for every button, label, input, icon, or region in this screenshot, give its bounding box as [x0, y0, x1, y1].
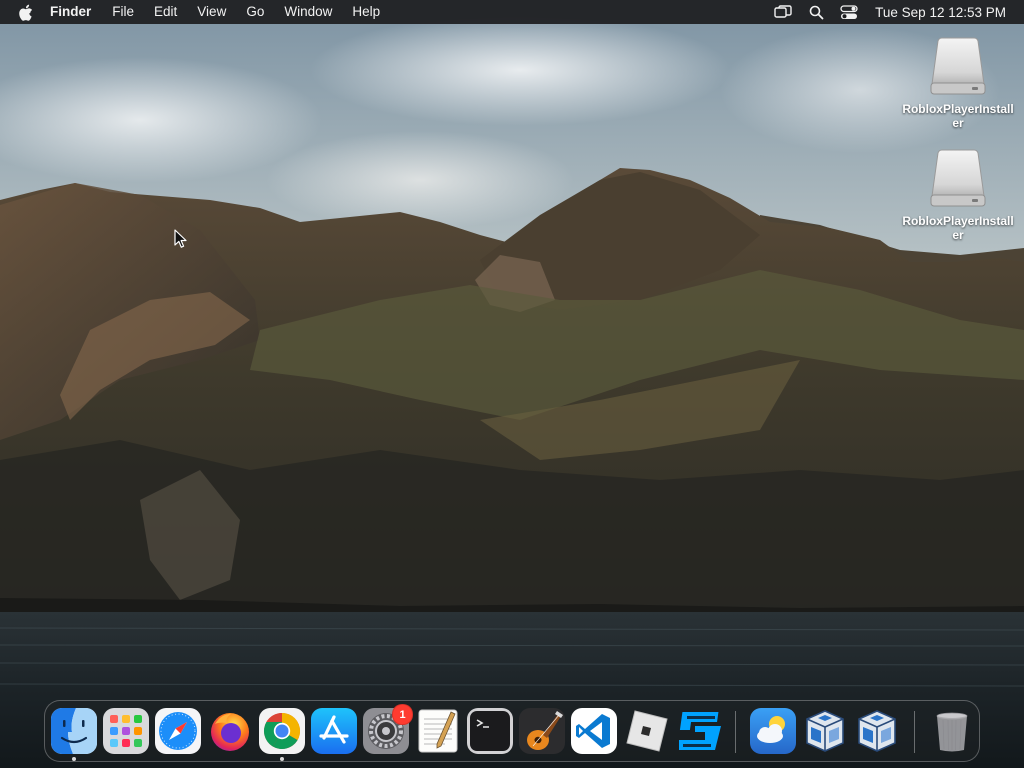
garageband-icon: [519, 708, 565, 754]
roblox-studio-icon: [675, 708, 721, 754]
dock-roblox-studio[interactable]: [675, 708, 721, 754]
dock-safari[interactable]: [155, 708, 201, 754]
chrome-icon: [259, 708, 305, 754]
virtualbox-icon: [802, 708, 848, 754]
dock-textedit[interactable]: [415, 708, 461, 754]
dock-finder[interactable]: [51, 708, 97, 754]
notification-badge: 1: [392, 704, 413, 725]
dock-chrome[interactable]: [259, 708, 305, 754]
dock-terminal[interactable]: [467, 708, 513, 754]
desktop-icon-roblox-installer-2[interactable]: RobloxPlayerInstaller: [898, 148, 1018, 242]
dock-roblox[interactable]: [623, 708, 669, 754]
dock-garageband[interactable]: [519, 708, 565, 754]
dock-weather[interactable]: [750, 708, 796, 754]
menu-app-finder[interactable]: Finder: [50, 0, 102, 24]
dock-app-store[interactable]: [311, 708, 357, 754]
dock-system-settings[interactable]: 1: [363, 704, 413, 754]
dock-virtualbox[interactable]: [802, 708, 848, 754]
vscode-icon: [571, 708, 617, 754]
disk-image-icon: [928, 148, 988, 210]
mouse-cursor-icon: [174, 229, 188, 249]
dock: 1: [44, 700, 980, 762]
menu-file[interactable]: File: [102, 0, 144, 24]
desktop-icon-label: RobloxPlayerInstaller: [902, 102, 1014, 130]
roblox-icon: [623, 708, 669, 754]
app-store-icon: [311, 708, 357, 754]
apple-menu-icon[interactable]: [18, 4, 34, 21]
dock-launchpad[interactable]: [103, 708, 149, 754]
control-center-icon[interactable]: [839, 4, 859, 20]
dock-separator: [914, 711, 915, 753]
terminal-icon: [467, 708, 513, 754]
menu-go[interactable]: Go: [236, 0, 274, 24]
desktop-icon-roblox-installer-1[interactable]: RobloxPlayerInstaller: [898, 36, 1018, 130]
dock-trash[interactable]: [929, 708, 975, 754]
desktop-icon-label: RobloxPlayerInstaller: [902, 214, 1014, 242]
dock-separator: [735, 711, 736, 753]
safari-icon: [155, 708, 201, 754]
firefox-icon: [207, 708, 253, 754]
launchpad-icon: [103, 708, 149, 754]
dock-running-indicator: [72, 757, 76, 761]
screen-mirroring-icon[interactable]: [773, 4, 793, 20]
trash-icon: [929, 708, 975, 754]
dock-running-indicator: [280, 757, 284, 761]
spotlight-search-icon[interactable]: [806, 4, 826, 20]
disk-image-icon: [928, 36, 988, 98]
desktop-wallpaper: [0, 0, 1024, 768]
wallpaper-landscape: [0, 168, 1024, 768]
menu-edit[interactable]: Edit: [144, 0, 187, 24]
menu-view[interactable]: View: [187, 0, 236, 24]
menu-help[interactable]: Help: [342, 0, 390, 24]
weather-icon: [750, 708, 796, 754]
dock-virtualbox-2[interactable]: [854, 708, 900, 754]
textedit-icon: [415, 708, 461, 754]
menubar-clock[interactable]: Tue Sep 12 12:53 PM: [875, 5, 1006, 20]
finder-icon: [51, 708, 97, 754]
dock-firefox[interactable]: [207, 708, 253, 754]
menu-bar: Finder File Edit View Go Window Help Tue…: [0, 0, 1024, 24]
virtualbox-icon: [854, 708, 900, 754]
dock-vscode[interactable]: [571, 708, 617, 754]
menu-window[interactable]: Window: [274, 0, 342, 24]
